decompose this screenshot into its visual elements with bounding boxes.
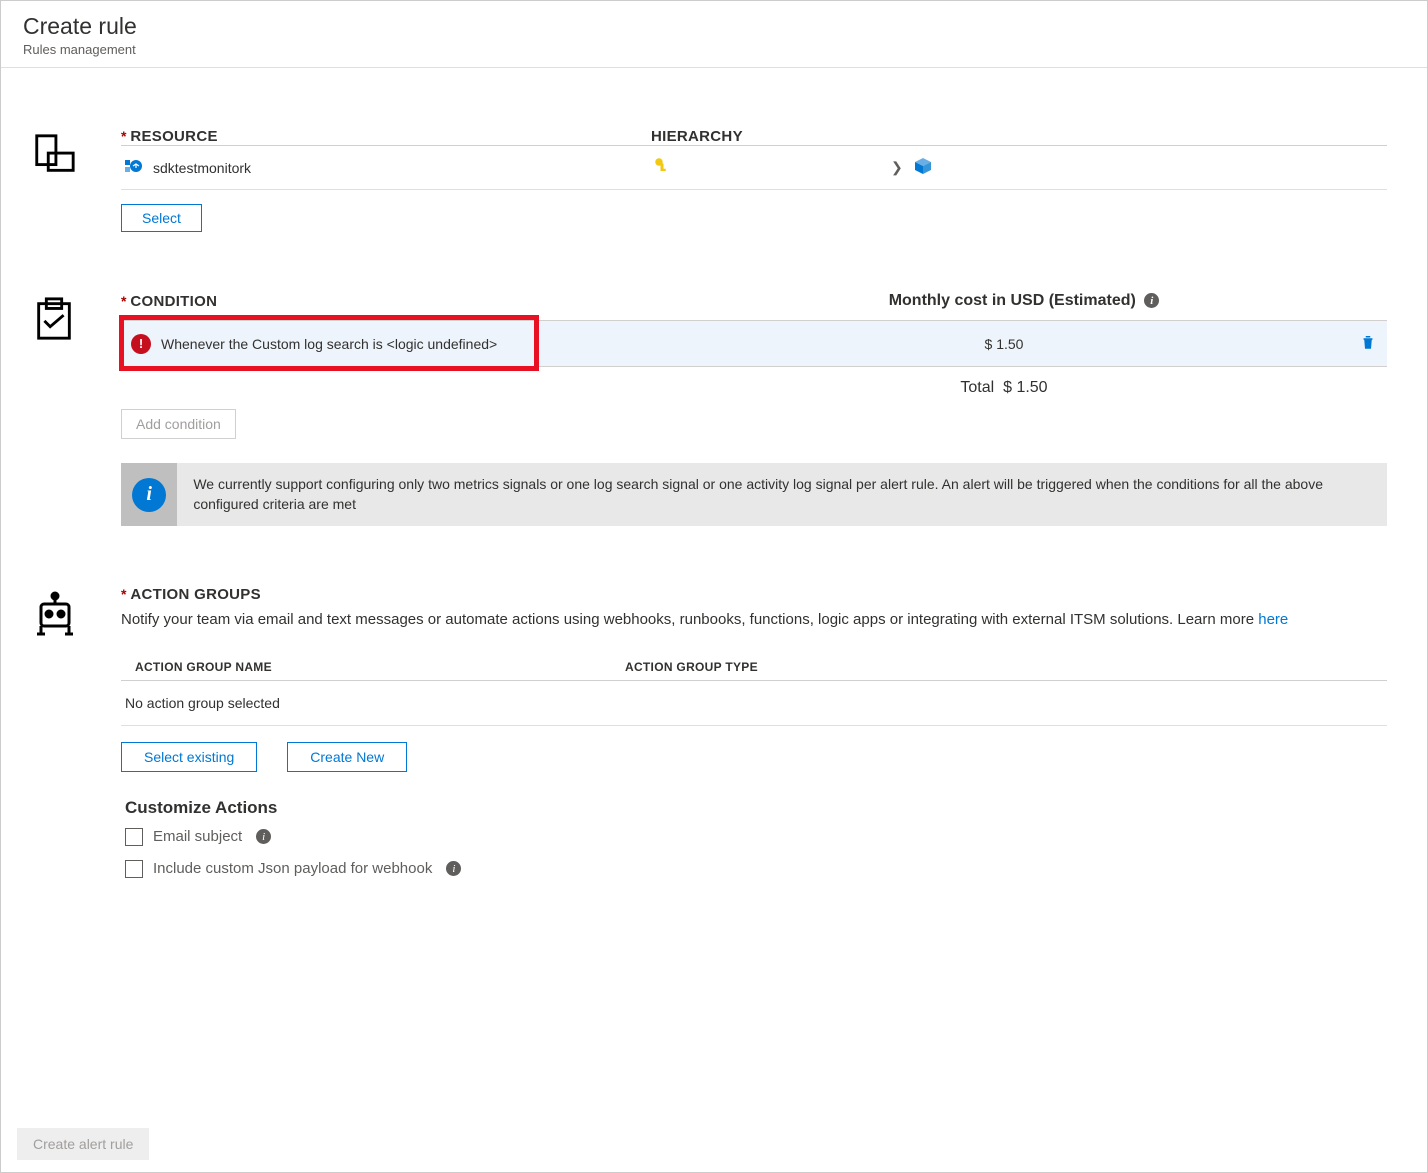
email-subject-checkbox[interactable]	[125, 828, 143, 846]
info-icon[interactable]: i	[1144, 293, 1159, 308]
action-groups-description: Notify your team via email and text mess…	[121, 609, 1387, 632]
json-payload-checkbox[interactable]	[125, 860, 143, 878]
learn-more-link[interactable]: here	[1258, 611, 1288, 628]
info-icon[interactable]: i	[256, 829, 271, 844]
col-action-group-type: ACTION GROUP TYPE	[625, 660, 758, 674]
required-asterisk: *	[121, 293, 130, 309]
create-alert-rule-button: Create alert rule	[17, 1128, 149, 1160]
select-existing-button[interactable]: Select existing	[121, 742, 257, 772]
json-payload-label: Include custom Json payload for webhook	[153, 860, 432, 877]
page-header: Create rule Rules management	[1, 1, 1427, 68]
resource-label: RESOURCE	[130, 128, 217, 145]
alert-icon: !	[131, 334, 151, 354]
condition-cost: $ 1.50	[985, 336, 1024, 352]
add-condition-button: Add condition	[121, 409, 236, 439]
resource-icon	[31, 165, 77, 181]
workspace-icon	[123, 158, 143, 178]
page-title: Create rule	[23, 13, 1405, 40]
condition-text: Whenever the Custom log search is <logic…	[161, 336, 497, 352]
email-subject-label: Email subject	[153, 828, 242, 845]
action-groups-label: ACTION GROUPS	[130, 586, 261, 603]
required-asterisk: *	[121, 128, 130, 144]
section-action-groups: * ACTION GROUPS Notify your team via ema…	[21, 586, 1407, 892]
resource-row[interactable]: sdktestmonitork ❯	[121, 146, 1387, 190]
action-group-empty: No action group selected	[121, 681, 1387, 726]
total-label: Total	[960, 379, 994, 396]
hierarchy-label: HIERARCHY	[651, 128, 743, 145]
create-new-button[interactable]: Create New	[287, 742, 407, 772]
condition-label: CONDITION	[130, 293, 217, 310]
clipboard-icon	[31, 329, 77, 345]
required-asterisk: *	[121, 586, 130, 602]
select-resource-button[interactable]: Select	[121, 204, 202, 232]
col-action-group-name: ACTION GROUP NAME	[135, 660, 625, 674]
footer: Create alert rule	[1, 1116, 165, 1172]
resource-cube-icon	[913, 156, 933, 179]
chevron-right-icon: ❯	[891, 159, 903, 176]
info-icon[interactable]: i	[446, 861, 461, 876]
delete-icon[interactable]	[1359, 338, 1377, 354]
resource-name: sdktestmonitork	[153, 160, 251, 176]
info-icon: i	[132, 478, 166, 512]
condition-row[interactable]: ! Whenever the Custom log search is <log…	[121, 320, 1387, 367]
info-banner-text: We currently support configuring only tw…	[177, 463, 1387, 526]
key-icon	[653, 156, 671, 179]
breadcrumb: Rules management	[23, 42, 1405, 57]
cost-header: Monthly cost in USD (Estimated)	[889, 292, 1136, 309]
section-condition: * CONDITION Monthly cost in USD (Estimat…	[21, 292, 1407, 526]
total-value: $ 1.50	[1003, 379, 1047, 396]
info-banner: i We currently support configuring only …	[121, 463, 1387, 526]
robot-icon	[31, 625, 79, 641]
customize-actions-header: Customize Actions	[125, 798, 1387, 818]
section-resource: * RESOURCE HIERARCHY sdktestmonitork	[21, 128, 1407, 232]
